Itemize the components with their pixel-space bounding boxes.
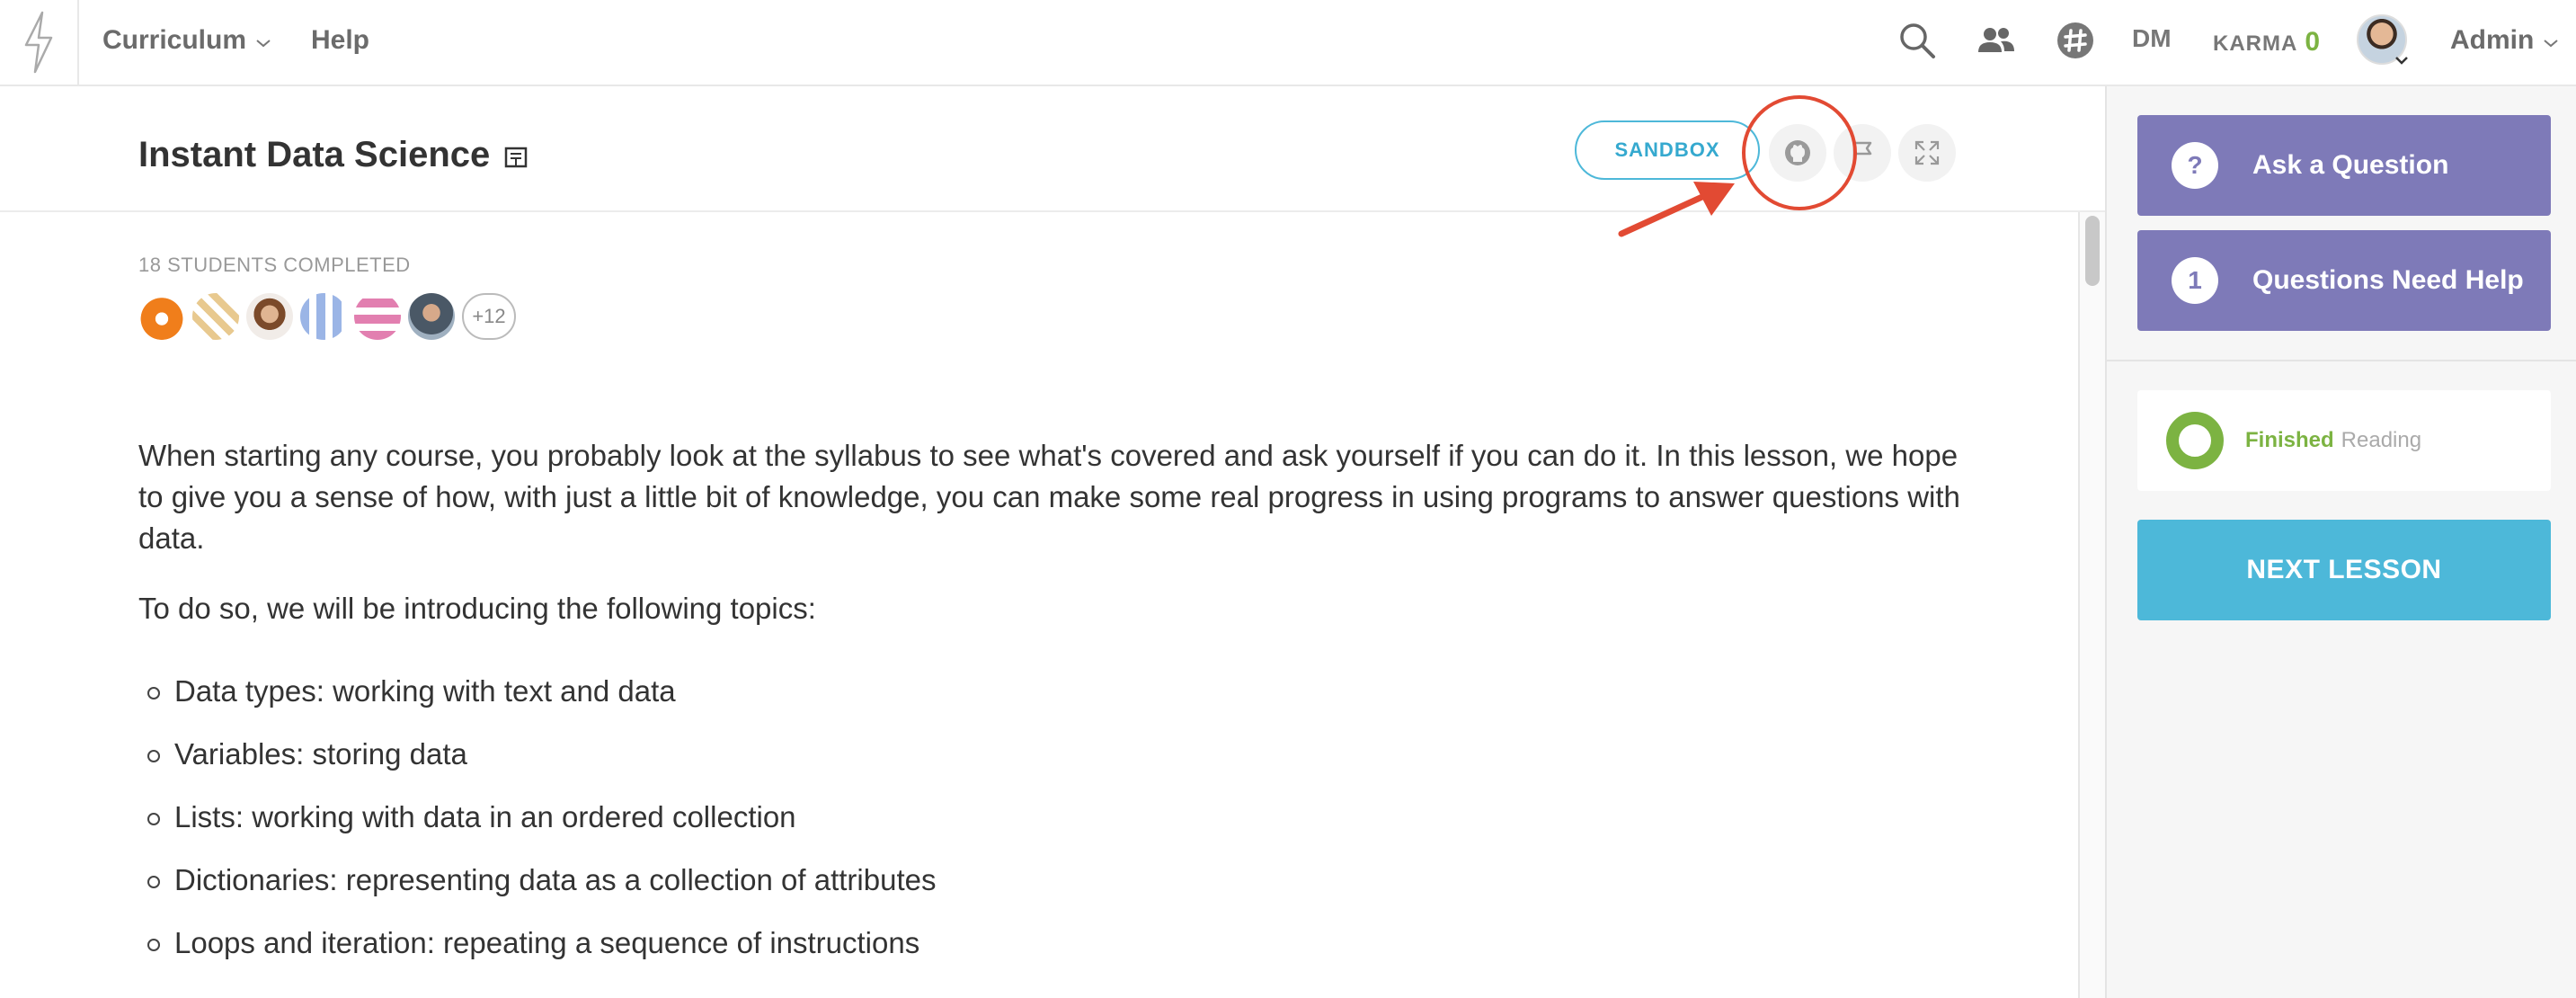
more-students-badge[interactable]: +12 [462,293,516,340]
content-scrollbar-thumb[interactable] [2085,216,2100,286]
avatar[interactable] [246,293,293,340]
slack-icon[interactable] [2053,18,2098,63]
book-icon[interactable] [503,146,529,174]
expand-icon[interactable] [1898,124,1956,182]
help-link[interactable]: Help [311,25,369,56]
next-lesson-button[interactable]: NEXT LESSON [2137,520,2551,620]
completed-students-avatars: +12 [138,293,516,340]
list-item: Lists: working with data in an ordered c… [147,797,1882,860]
list-item: Dictionaries: representing data as a col… [147,860,1882,922]
avatar[interactable] [354,293,401,340]
finished-reading-toggle[interactable]: Finished Reading [2137,390,2551,491]
chevron-down-icon [2543,25,2559,56]
avatar[interactable] [300,293,347,340]
question-mark-icon: ? [2172,142,2218,189]
top-navigation: Curriculum Help DM KARMA 0 Admin [0,0,2576,86]
list-item: Variables: storing data [147,734,1882,797]
reading-label: Reading [2341,428,2422,452]
ask-question-button[interactable]: ? Ask a Question [2137,115,2551,216]
lesson-title: Instant Data Science [138,135,491,174]
chevron-down-icon[interactable] [2394,50,2409,69]
search-icon[interactable] [1895,18,1940,63]
list-item: Data types: working with text and data [147,671,1882,734]
curriculum-label: Curriculum [102,25,247,55]
admin-menu[interactable]: Admin [2450,25,2559,56]
intro-paragraph: When starting any course, you probably l… [138,439,1960,555]
annotation-circle [1742,95,1857,210]
avatar[interactable] [192,293,239,340]
students-completed-label: 18 STUDENTS COMPLETED [138,254,411,276]
list-item: Loops and iteration: repeating a sequenc… [147,922,1882,985]
direct-messages-link[interactable]: DM [2132,24,2172,53]
ask-question-label: Ask a Question [2252,150,2449,180]
avatar[interactable] [138,293,185,340]
people-icon[interactable] [1974,18,2019,63]
karma-value: 0 [2305,27,2322,57]
avatar[interactable] [408,293,455,340]
admin-label: Admin [2450,25,2535,55]
chevron-down-icon [255,25,271,56]
karma-label: KARMA [2213,31,2298,56]
sidebar-divider [2107,360,2576,361]
sandbox-button[interactable]: SANDBOX [1575,120,1760,180]
lesson-sidebar: ? Ask a Question 1 Questions Need Help F… [2105,86,2576,998]
questions-count-badge: 1 [2172,257,2218,304]
questions-need-help-label: Questions Need Help [2252,265,2524,295]
finished-label: Finished [2245,428,2334,452]
topic-list: Data types: working with text and data V… [147,671,1882,985]
progress-ring-icon [2166,412,2224,469]
logo-icon[interactable] [0,0,79,85]
content-scrollbar-track[interactable] [2078,212,2105,998]
annotation-arrow-icon [1618,176,1738,245]
help-label: Help [311,25,370,55]
topics-intro-paragraph: To do so, we will be introducing the fol… [138,592,816,625]
questions-need-help-button[interactable]: 1 Questions Need Help [2137,230,2551,331]
karma-counter: KARMA 0 [2213,27,2321,58]
curriculum-menu[interactable]: Curriculum [102,25,271,56]
